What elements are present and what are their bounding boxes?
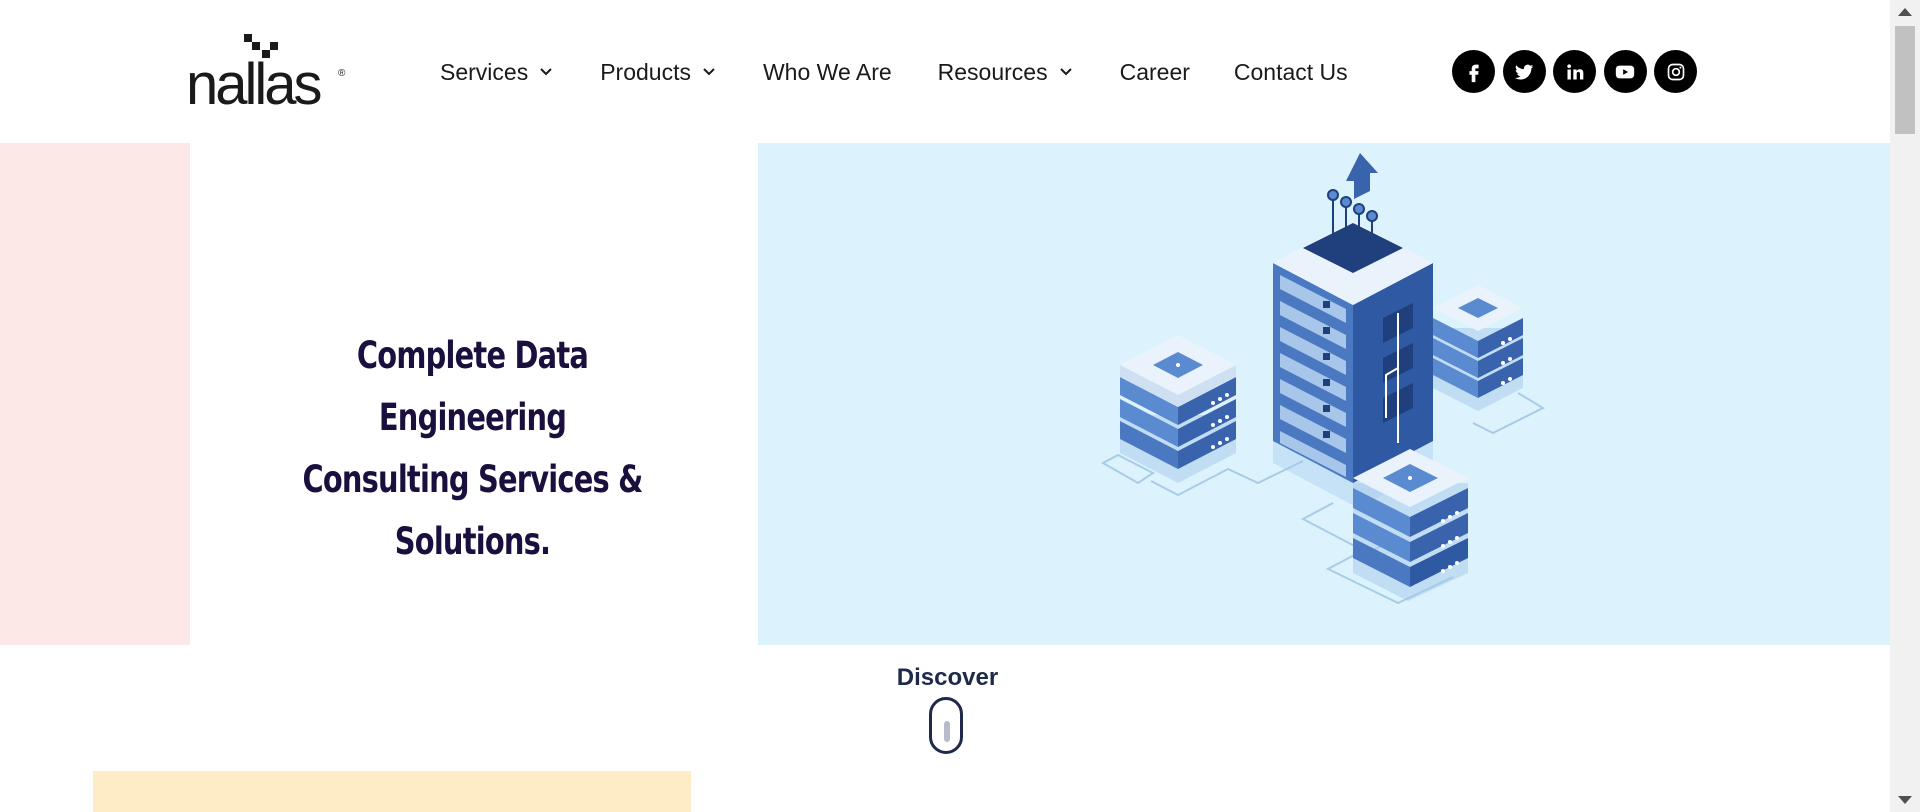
hero-accent-block: [0, 143, 190, 645]
nav-item-contact-us[interactable]: Contact Us: [1234, 59, 1348, 86]
nav-item-label: Contact Us: [1233, 58, 1348, 85]
scroll-down-arrow-icon[interactable]: [1898, 796, 1912, 804]
server-stack-front: [1353, 449, 1468, 601]
instagram-button[interactable]: [1654, 50, 1697, 93]
scrollbar-thumb[interactable]: [1895, 26, 1915, 134]
youtube-icon: [1615, 65, 1635, 78]
hero-title-line: Consulting Services & Solutions.: [302, 458, 643, 563]
nav-item-label: Products: [600, 58, 691, 85]
scroll-up-arrow-icon[interactable]: [1898, 8, 1912, 16]
linkedin-button[interactable]: [1553, 50, 1596, 93]
social-links: [1452, 50, 1705, 93]
logo-text: nallas: [186, 52, 323, 117]
twitter-button[interactable]: [1502, 50, 1546, 93]
linkedin-icon: [1566, 63, 1583, 79]
data-servers-illustration: [758, 143, 1890, 645]
nav-item-services[interactable]: Services: [440, 59, 556, 86]
servers-illustration-svg: [1100, 153, 1546, 605]
main-nav: Services Products Who We Are Resources C…: [440, 56, 1348, 88]
twitter-icon: [1514, 64, 1534, 80]
nav-item-who-we-are[interactable]: Who We Are: [763, 59, 892, 86]
instagram-icon: [1667, 63, 1684, 80]
page-scrollbar[interactable]: [1890, 0, 1920, 812]
nav-item-label: Career: [1119, 58, 1190, 85]
page: nallas ® Services Products Who We Are Re…: [0, 0, 1920, 812]
chevron-down-icon: [540, 68, 552, 76]
site-header: nallas ® Services Products Who We Are Re…: [0, 0, 1890, 143]
youtube-button[interactable]: [1603, 50, 1647, 93]
nav-item-resources[interactable]: Resources: [938, 59, 1076, 86]
server-stack-right: [1433, 285, 1523, 411]
nav-item-career[interactable]: Career: [1120, 59, 1190, 86]
nav-item-label: Services: [440, 58, 529, 85]
nav-item-label: Resources: [937, 58, 1048, 85]
nallas-logo[interactable]: nallas ®: [186, 34, 351, 114]
facebook-icon: [1468, 64, 1479, 82]
chevron-down-icon: [1059, 68, 1072, 76]
server-stack-left: [1120, 335, 1236, 483]
facebook-button[interactable]: [1452, 50, 1495, 93]
next-section-card: [93, 771, 691, 812]
nav-item-products[interactable]: Products: [600, 59, 719, 86]
nav-item-label: Who We Are: [762, 58, 892, 85]
logo-registered-mark: ®: [338, 68, 346, 79]
hero-title: Complete Data Engineering Consulting Ser…: [291, 325, 654, 573]
discover-label[interactable]: Discover: [880, 664, 1015, 692]
scroll-wheel: [944, 721, 950, 742]
hero-title-line: Complete Data Engineering: [356, 334, 589, 439]
scroll-mouse-icon[interactable]: [929, 697, 963, 754]
chevron-down-icon: [703, 68, 715, 76]
